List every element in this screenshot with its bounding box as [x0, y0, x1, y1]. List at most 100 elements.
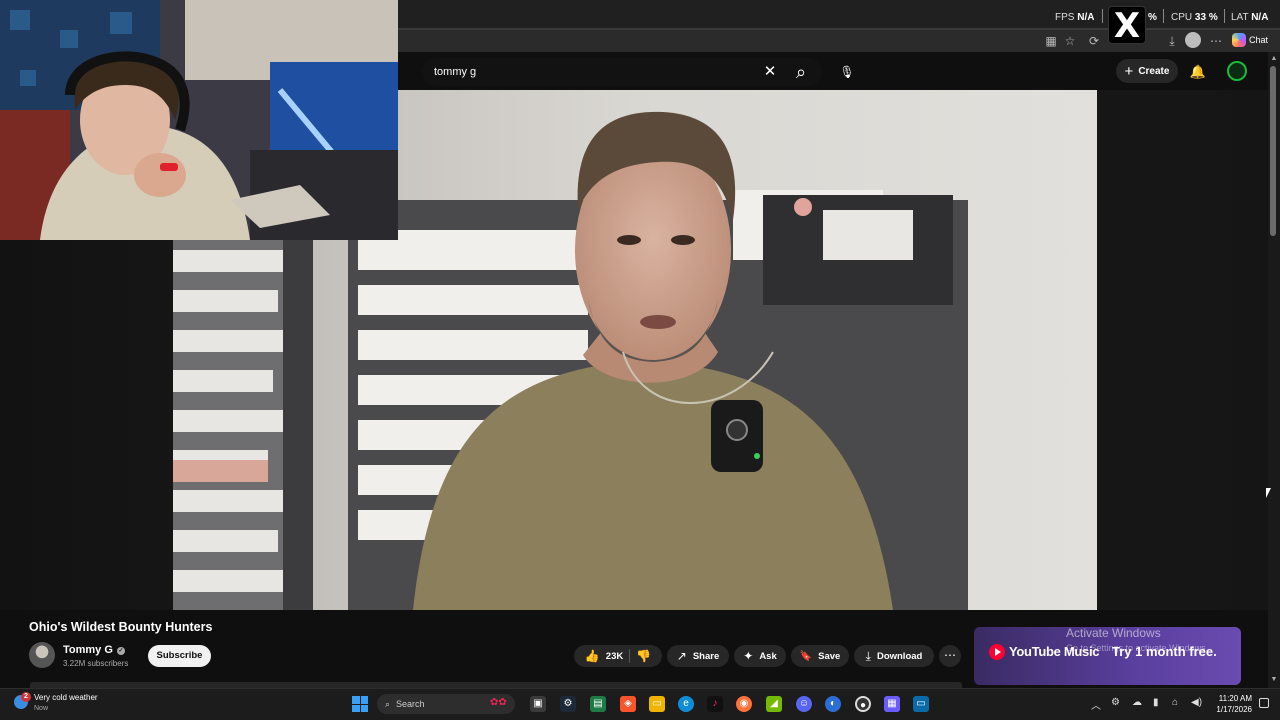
- channel-name: Tommy G: [63, 644, 113, 656]
- save-button[interactable]: 🔖 Save: [791, 645, 849, 667]
- taskbar-search-placeholder: Search: [396, 699, 425, 709]
- scroll-down-icon[interactable]: ▼: [1270, 676, 1278, 684]
- share-icon: ↗: [676, 649, 687, 663]
- windows-taskbar: [0, 688, 1280, 720]
- obs-icon[interactable]: ●: [855, 696, 871, 712]
- browser-toolbar: [398, 30, 1280, 52]
- remote-desktop-icon[interactable]: ▭: [913, 696, 929, 712]
- search-query[interactable]: tommy g: [434, 66, 476, 78]
- activate-windows-title: Activate Windows: [1066, 626, 1161, 640]
- voice-search-icon[interactable]: 🎙: [836, 62, 858, 82]
- more-actions-icon[interactable]: ⋯: [939, 645, 961, 667]
- like-divider: [629, 649, 631, 663]
- weather-alert-badge: 2: [21, 692, 31, 702]
- fps-value: N/A: [1077, 12, 1095, 23]
- percent-mark: %: [1148, 12, 1157, 23]
- channel-name-link[interactable]: Tommy G ✓: [63, 644, 125, 656]
- tray-steam-icon[interactable]: ⚙: [1111, 697, 1120, 708]
- clock-time: 11:20 AM: [1218, 694, 1252, 703]
- create-label: Create: [1138, 65, 1170, 77]
- lat-value: N/A: [1251, 12, 1269, 23]
- cpu-percent: %: [1208, 12, 1218, 23]
- notification-center-icon[interactable]: [1259, 698, 1269, 708]
- taskbar-clock[interactable]: 11:20 AM 1/17/2026: [1210, 693, 1252, 715]
- video-title: Ohio's Wildest Bounty Hunters: [29, 620, 213, 634]
- downloads-icon[interactable]: ⤓: [1164, 33, 1180, 49]
- fps-readout: FPS N/A: [1055, 12, 1094, 23]
- menu-dots-icon[interactable]: ⋯: [1208, 33, 1224, 49]
- streamer-webcam: [0, 0, 398, 240]
- notifications-bell-icon[interactable]: 🔔: [1187, 62, 1209, 82]
- copilot-icon: [1232, 33, 1246, 47]
- verified-check-icon: ✓: [116, 647, 125, 655]
- scroll-up-icon[interactable]: ▲: [1270, 55, 1278, 63]
- dislike-icon[interactable]: 👎: [636, 649, 651, 663]
- subscriber-count: 3.22M subscribers: [63, 659, 129, 668]
- file-explorer-icon[interactable]: ▭: [649, 696, 665, 712]
- fps-label: FPS: [1055, 12, 1075, 23]
- tray-cloud-icon[interactable]: ☁: [1132, 697, 1142, 708]
- share-button[interactable]: ↗ Share: [667, 645, 729, 667]
- edge-icon[interactable]: e: [678, 696, 694, 712]
- clear-search-icon[interactable]: ✕: [761, 62, 779, 82]
- channel-avatar[interactable]: [29, 642, 55, 668]
- favorite-star-icon[interactable]: ☆: [1062, 33, 1078, 49]
- start-menu-icon[interactable]: [352, 696, 368, 712]
- lat-label: LAT: [1231, 12, 1249, 23]
- cpu-value: 33: [1194, 12, 1207, 23]
- cpu-readout: CPU 33 %: [1171, 12, 1218, 23]
- perf-divider: [1163, 9, 1164, 23]
- ask-label: Ask: [759, 650, 777, 662]
- perf-divider: [1224, 9, 1225, 23]
- sparkle-icon: ✦: [743, 649, 754, 663]
- like-icon[interactable]: 👍: [585, 649, 600, 663]
- mouse-cursor-icon: [1266, 488, 1271, 498]
- grid-app-icon[interactable]: ▦: [884, 696, 900, 712]
- profile-avatar[interactable]: [1185, 32, 1201, 48]
- tray-mic-icon[interactable]: ▮: [1153, 697, 1159, 708]
- tray-overflow-icon[interactable]: ︿: [1091, 697, 1101, 712]
- scrollbar-thumb[interactable]: [1270, 66, 1276, 236]
- spreadsheet-icon[interactable]: ▤: [590, 696, 606, 712]
- perf-divider: [1102, 9, 1103, 23]
- weather-text[interactable]: Very cold weather: [34, 693, 98, 702]
- tiktok-icon[interactable]: ♪: [707, 696, 723, 712]
- search-highlight-icon: ✿✿: [490, 697, 507, 708]
- app-icon[interactable]: ◐: [825, 696, 841, 712]
- download-icon: ⤓: [865, 648, 871, 663]
- steam-icon[interactable]: ⚙: [560, 696, 576, 712]
- tray-volume-icon[interactable]: ◀): [1191, 697, 1202, 708]
- download-button[interactable]: ⤓ Download: [854, 645, 934, 667]
- subscribe-button[interactable]: Subscribe: [148, 645, 211, 667]
- nvidia-icon[interactable]: ◢: [766, 696, 782, 712]
- tray-network-icon[interactable]: ⌂: [1172, 697, 1178, 708]
- x-logo-icon: X: [1108, 6, 1146, 45]
- save-label: Save: [818, 650, 841, 662]
- webcam-still: [0, 0, 398, 240]
- ask-button[interactable]: ✦ Ask: [734, 645, 786, 667]
- firefox-icon[interactable]: ◉: [736, 696, 752, 712]
- like-dislike-group: 👍 23K 👎: [574, 645, 662, 667]
- cpu-label: CPU: [1171, 12, 1193, 23]
- taskbar-search-icon: ⌕: [385, 698, 391, 709]
- create-button[interactable]: + Create: [1116, 59, 1178, 83]
- copilot-label: Chat: [1249, 35, 1269, 45]
- extensions-icon[interactable]: ⟳: [1086, 33, 1102, 49]
- copilot-chat-button[interactable]: Chat: [1232, 31, 1276, 49]
- brave-icon[interactable]: ◈: [620, 696, 636, 712]
- download-label: Download: [876, 650, 923, 662]
- activate-windows-sub: Go to Settings to activate Windows.: [1066, 643, 1209, 653]
- like-count[interactable]: 23K: [606, 651, 623, 662]
- share-label: Share: [692, 650, 720, 662]
- lat-readout: LAT N/A: [1231, 12, 1268, 23]
- task-view-icon[interactable]: ▣: [530, 696, 546, 712]
- weather-time: Now: [34, 705, 49, 712]
- clock-date: 1/17/2026: [1216, 705, 1252, 714]
- youtube-music-logo-icon: [989, 644, 1005, 660]
- account-avatar[interactable]: [1227, 61, 1247, 81]
- search-icon[interactable]: ⌕: [790, 62, 812, 82]
- bookmark-icon: 🔖: [799, 650, 813, 662]
- plus-icon: +: [1124, 62, 1134, 80]
- discord-icon[interactable]: ☺: [796, 696, 812, 712]
- apps-icon[interactable]: ▦: [1043, 33, 1059, 49]
